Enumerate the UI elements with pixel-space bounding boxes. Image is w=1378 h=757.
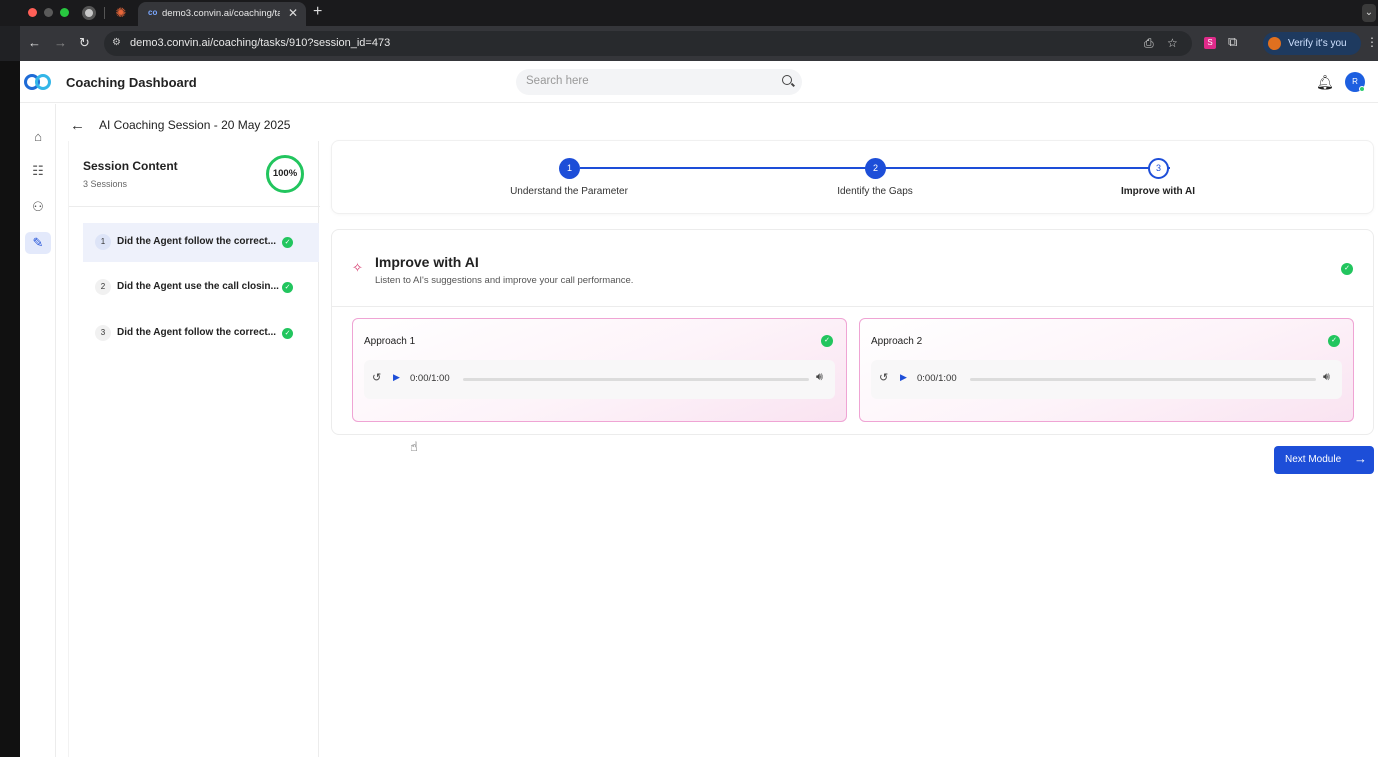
forward-icon[interactable]: → <box>54 35 67 50</box>
approach-2-card: Approach 2 ✓ ↺ ▶ 0:00/1:00 🔊︎ <box>859 318 1354 422</box>
browser-menu-icon[interactable]: ⋮ <box>1366 35 1378 49</box>
tab-search-button[interactable]: ⌄ <box>1362 4 1376 22</box>
approach-title: Approach 1 <box>364 336 416 347</box>
session-content-header: Session Content 3 Sessions 100% <box>69 141 320 207</box>
check-icon: ✓ <box>282 237 293 248</box>
notification-bell-icon[interactable]: 🔔︎ <box>1316 74 1334 91</box>
replay-icon[interactable]: ↺ <box>879 371 888 384</box>
next-module-button[interactable]: Next Module → <box>1274 446 1374 474</box>
coaching-icon[interactable]: ✎ <box>25 232 51 254</box>
tab-active[interactable]: co demo3.convin.ai/coaching/tasks/910?se… <box>138 2 306 26</box>
approach-1-card: Approach 1 ✓ ↺ ▶ 0:00/1:00 🔊︎ <box>352 318 847 422</box>
pinned-tab-spark-icon[interactable]: ✺ <box>114 6 128 20</box>
session-item-3[interactable]: 3 Did the Agent follow the correct... ✓ <box>83 314 319 353</box>
sparkle-icon: ✧ <box>352 260 363 275</box>
hand-cursor-icon: ☝ <box>410 439 418 454</box>
session-number: 2 <box>95 279 111 295</box>
next-module-label: Next Module <box>1285 454 1342 465</box>
browser-chrome: ✺ co demo3.convin.ai/coaching/tasks/910?… <box>0 0 1378 61</box>
browser-toolbar: ← → ↻ ⚙ demo3.convin.ai/coaching/tasks/9… <box>20 26 1378 61</box>
session-label: Did the Agent follow the correct... <box>117 236 277 247</box>
tab-bar: ✺ co demo3.convin.ai/coaching/tasks/910?… <box>0 0 1378 26</box>
session-item-1[interactable]: 1 Did the Agent follow the correct... ✓ <box>83 223 319 262</box>
bookmark-star-icon[interactable]: ☆ <box>1167 36 1178 50</box>
session-label: Did the Agent use the call closin... <box>117 281 279 292</box>
search-input[interactable]: Search here <box>516 69 802 95</box>
back-arrow-icon[interactable]: ← <box>70 117 85 134</box>
page-title: AI Coaching Session - 20 May 2025 <box>99 118 291 132</box>
search-icon[interactable] <box>782 75 792 85</box>
progress-ring: 100% <box>266 155 304 193</box>
pinned-tab-chrome[interactable] <box>82 6 96 20</box>
tab-separator <box>104 7 105 19</box>
fullscreen-window-button[interactable] <box>60 8 69 17</box>
site-settings-icon[interactable]: ⚙ <box>112 37 121 48</box>
volume-icon[interactable]: 🔊︎ <box>816 371 823 384</box>
play-icon[interactable]: ▶ <box>393 372 400 383</box>
convin-logo[interactable] <box>24 74 52 90</box>
improve-title: Improve with AI <box>375 254 479 270</box>
step-2-label: Identify the Gaps <box>837 186 913 197</box>
session-content-title: Session Content <box>83 159 178 173</box>
step-2-circle[interactable]: 2 <box>865 158 886 179</box>
search-placeholder: Search here <box>526 75 589 87</box>
arrow-right-icon: → <box>1354 451 1367 466</box>
side-navigation: ⌂ ☷ ⚇ ✎ <box>20 104 56 757</box>
address-bar[interactable]: ⚙ demo3.convin.ai/coaching/tasks/910?ses… <box>104 31 1192 56</box>
users-icon[interactable]: ⚇ <box>25 196 51 218</box>
session-number: 1 <box>95 234 111 250</box>
profile-verify-button[interactable]: Verify it's you <box>1263 32 1361 55</box>
audio-player: ↺ ▶ 0:00/1:00 🔊︎ <box>364 360 835 399</box>
url-text: demo3.convin.ai/coaching/tasks/910?sessi… <box>130 37 391 49</box>
improve-header: ✧ Improve with AI Listen to AI's suggest… <box>332 230 1373 307</box>
audio-player: ↺ ▶ 0:00/1:00 🔊︎ <box>871 360 1342 399</box>
step-1-label: Understand the Parameter <box>510 186 628 197</box>
install-app-icon[interactable]: ⎙ <box>1144 36 1154 51</box>
step-3-circle[interactable]: 3 <box>1148 158 1169 179</box>
audio-progress-bar[interactable] <box>463 378 809 381</box>
volume-icon[interactable]: 🔊︎ <box>1323 371 1330 384</box>
minimize-window-button[interactable] <box>44 8 53 17</box>
back-icon[interactable]: ← <box>28 35 41 50</box>
close-window-button[interactable] <box>28 8 37 17</box>
check-icon: ✓ <box>1341 263 1353 275</box>
app-header: Coaching Dashboard Search here 🔔︎ R <box>20 61 1378 103</box>
step-connector <box>580 167 887 169</box>
step-3-label: Improve with AI <box>1120 186 1196 197</box>
tab-close-icon[interactable]: ✕ <box>288 6 298 20</box>
audio-time: 0:00/1:00 <box>410 373 450 384</box>
session-item-2[interactable]: 2 Did the Agent use the call closin... ✓ <box>83 268 319 307</box>
check-icon: ✓ <box>1328 335 1340 347</box>
extensions-puzzle-icon[interactable]: ⧉ <box>1228 34 1237 50</box>
improve-subtitle: Listen to AI's suggestions and improve y… <box>375 275 634 286</box>
check-icon: ✓ <box>821 335 833 347</box>
audio-progress-bar[interactable] <box>970 378 1316 381</box>
play-icon[interactable]: ▶ <box>900 372 907 383</box>
verify-label: Verify it's you <box>1288 38 1347 49</box>
app-root: Coaching Dashboard Search here 🔔︎ R ⌂ ☷ … <box>20 61 1378 757</box>
progress-stepper: 1 2 3 Understand the Parameter Identify … <box>331 140 1374 214</box>
session-content-panel: Session Content 3 Sessions 100% 1 Did th… <box>68 141 320 757</box>
step-1-circle[interactable]: 1 <box>559 158 580 179</box>
tab-title: demo3.convin.ai/coaching/tasks/910?sessi… <box>162 8 280 19</box>
approach-title: Approach 2 <box>871 336 923 347</box>
session-number: 3 <box>95 325 111 341</box>
online-status-dot <box>1359 86 1365 92</box>
session-count: 3 Sessions <box>83 179 128 189</box>
replay-icon[interactable]: ↺ <box>372 371 381 384</box>
session-label: Did the Agent follow the correct... <box>117 327 277 338</box>
home-icon[interactable]: ⌂ <box>25 126 51 148</box>
conversations-icon[interactable]: ☷ <box>25 160 51 182</box>
reload-icon[interactable]: ↻ <box>79 35 90 51</box>
extension-s-icon[interactable]: S <box>1204 37 1216 49</box>
check-icon: ✓ <box>282 282 293 293</box>
step-connector <box>886 167 1170 169</box>
check-icon: ✓ <box>282 328 293 339</box>
app-title: Coaching Dashboard <box>66 75 197 90</box>
new-tab-button[interactable]: + <box>313 3 322 21</box>
convin-favicon-icon: co <box>148 8 158 17</box>
audio-time: 0:00/1:00 <box>917 373 957 384</box>
profile-avatar-icon <box>1268 37 1281 50</box>
improve-with-ai-card: ✧ Improve with AI Listen to AI's suggest… <box>331 229 1374 435</box>
